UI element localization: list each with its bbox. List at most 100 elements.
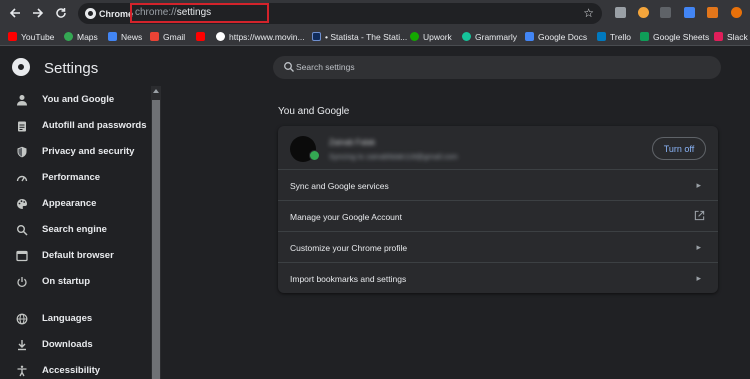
- sidebar-item-accessibility[interactable]: Accessibility: [0, 358, 150, 379]
- row-label: Manage your Google Account: [290, 212, 402, 222]
- sidebar-item-label: You and Google: [42, 94, 115, 105]
- news-icon: [108, 32, 117, 41]
- row-label: Customize your Chrome profile: [290, 243, 408, 253]
- address-bar[interactable]: Chrome chrome://settings ☆: [78, 3, 602, 24]
- sidebar-item-label: Search engine: [42, 224, 107, 235]
- row-label: Import bookmarks and settings: [290, 274, 407, 284]
- bookmark-item[interactable]: • Statista - The Stati...: [312, 30, 407, 43]
- sidebar-item-default-browser[interactable]: Default browser: [0, 243, 150, 269]
- search-placeholder: Search settings: [296, 62, 355, 72]
- chevron-right-icon: ▸: [696, 180, 701, 190]
- clipboard-icon: [18, 121, 26, 132]
- extension-camera-icon[interactable]: [615, 7, 626, 18]
- you-and-google-card: Zainab Falak Syncing to zainabfalak118@g…: [278, 126, 718, 293]
- search-settings-input[interactable]: Search settings: [273, 56, 721, 79]
- scroll-up-arrow-icon[interactable]: [153, 89, 159, 93]
- chevron-right-icon: ▸: [696, 242, 701, 252]
- bookmark-item[interactable]: Trello: [597, 30, 631, 43]
- gauge-icon: [16, 175, 28, 182]
- extension-translate-icon[interactable]: [684, 7, 695, 18]
- sidebar-scrollbar[interactable]: [151, 86, 161, 379]
- url-protocol: chrome://: [135, 7, 177, 18]
- url-text[interactable]: chrome://settings: [130, 3, 269, 23]
- chevron-right-icon: ▸: [696, 273, 701, 283]
- maps-icon: [64, 32, 73, 41]
- extension-mask-icon[interactable]: [660, 7, 671, 18]
- sidebar-item-search-engine[interactable]: Search engine: [0, 217, 150, 243]
- arrow-left-icon: [9, 8, 20, 18]
- download-icon: [18, 340, 26, 351]
- slack-icon: [714, 32, 723, 41]
- sidebar-item-label: Downloads: [42, 339, 93, 350]
- chrome-settings-logo-icon: [12, 58, 30, 76]
- sidebar-item-autofill[interactable]: Autofill and passwords: [0, 113, 150, 139]
- upwork-icon: [410, 32, 419, 41]
- sidebar-item-label: Autofill and passwords: [42, 120, 147, 131]
- bookmark-item[interactable]: Google Sheets: [640, 30, 709, 43]
- bookmark-item[interactable]: News: [108, 30, 142, 43]
- sidebar-item-privacy[interactable]: Privacy and security: [0, 139, 150, 165]
- bookmark-item[interactable]: Google Docs: [525, 30, 587, 43]
- search-icon: [17, 225, 28, 236]
- sidebar-item-label: Appearance: [42, 198, 97, 209]
- forward-button[interactable]: [29, 4, 47, 22]
- sidebar-item-label: On startup: [42, 276, 91, 287]
- url-path: settings: [176, 7, 212, 18]
- arrow-right-icon: [33, 8, 44, 18]
- site-chip-label: Chrome: [99, 8, 134, 19]
- account-sync-status: Syncing to zainabfalak118@gmail.com: [329, 152, 458, 161]
- palette-icon: [17, 199, 27, 209]
- sidebar-item-label: Languages: [42, 313, 93, 324]
- sidebar-item-languages[interactable]: Languages: [0, 306, 150, 332]
- google-docs-icon: [525, 32, 534, 41]
- bookmark-star-icon[interactable]: ☆: [583, 6, 594, 20]
- bookmark-item[interactable]: Slack |: [714, 30, 750, 43]
- section-title: You and Google: [278, 106, 350, 117]
- bookmark-item[interactable]: [196, 30, 209, 43]
- bookmark-item[interactable]: YouTube: [8, 30, 54, 43]
- turn-off-button[interactable]: Turn off: [652, 137, 706, 160]
- bookmark-item[interactable]: Maps: [64, 30, 98, 43]
- power-icon: [17, 277, 27, 288]
- extension-fox-icon[interactable]: [707, 7, 718, 18]
- youtube-icon: [196, 32, 205, 41]
- sidebar-item-label: Performance: [42, 172, 101, 183]
- shield-icon: [17, 146, 27, 158]
- external-link-icon: [694, 210, 705, 221]
- back-button[interactable]: [6, 4, 24, 22]
- sidebar-item-label: Default browser: [42, 250, 114, 261]
- extension-cookie-icon[interactable]: [638, 7, 649, 18]
- sidebar-item-you-and-google[interactable]: You and Google: [0, 87, 150, 113]
- row-manage-google-account[interactable]: Manage your Google Account: [278, 200, 718, 231]
- google-icon: [216, 32, 225, 41]
- bookmarks-bar: YouTube Maps News Gmail https://www.movi…: [0, 27, 750, 46]
- sidebar-item-on-startup[interactable]: On startup: [0, 269, 150, 295]
- sidebar-item-performance[interactable]: Performance: [0, 165, 150, 191]
- row-customize-profile[interactable]: Customize your Chrome profile ▸: [278, 231, 718, 262]
- globe-icon: [16, 313, 28, 325]
- sidebar-item-label: Accessibility: [42, 365, 101, 376]
- search-icon: [284, 62, 294, 72]
- sidebar-item-appearance[interactable]: Appearance: [0, 191, 150, 217]
- statista-icon: [312, 32, 321, 41]
- extension-puzzle-icon[interactable]: [731, 7, 742, 18]
- sidebar-item-downloads[interactable]: Downloads: [0, 332, 150, 358]
- reload-button[interactable]: [52, 4, 70, 22]
- gmail-icon: [150, 32, 159, 41]
- account-name: Zainab Falak: [329, 138, 376, 147]
- browser-icon: [16, 250, 28, 262]
- bookmark-item[interactable]: Grammarly: [462, 30, 517, 43]
- bookmark-item[interactable]: Upwork: [410, 30, 452, 43]
- reload-icon: [56, 8, 66, 18]
- accessibility-icon: [17, 365, 27, 377]
- row-import-bookmarks[interactable]: Import bookmarks and settings ▸: [278, 262, 718, 293]
- youtube-icon: [8, 32, 17, 41]
- row-sync-google-services[interactable]: Sync and Google services ▸: [278, 169, 718, 200]
- browser-toolbar: Chrome chrome://settings ☆: [0, 0, 750, 27]
- bookmark-item[interactable]: Gmail: [150, 30, 185, 43]
- google-sheets-icon: [640, 32, 649, 41]
- scrollbar-thumb[interactable]: [152, 100, 160, 379]
- person-icon: [17, 95, 27, 106]
- row-label: Sync and Google services: [290, 181, 389, 191]
- bookmark-item[interactable]: https://www.movin...: [216, 30, 305, 43]
